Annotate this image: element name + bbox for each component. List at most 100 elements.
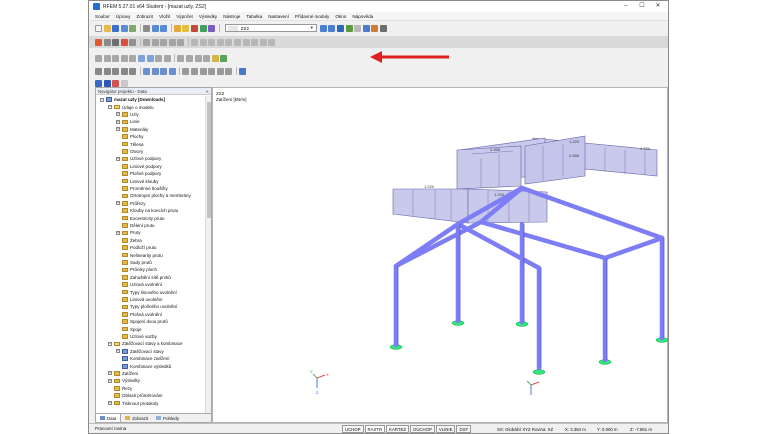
expand-icon[interactable]: + (116, 119, 120, 124)
cut-icon[interactable] (142, 24, 150, 32)
tree-item[interactable]: − Údaje o modelu (108, 103, 154, 110)
tree-item[interactable]: Uzlová uvolnění (116, 281, 162, 288)
tree-item[interactable]: + Uzlové podpory (116, 155, 161, 162)
tree-item[interactable]: − Zatěžovací stavy a kombinace (108, 340, 183, 347)
toggle-rastr[interactable]: RASTR (364, 425, 386, 433)
solid-icon[interactable] (177, 38, 185, 46)
menu-nastaveni[interactable]: Nastavení (268, 14, 289, 19)
release-icon[interactable] (185, 54, 193, 62)
loadcase-select[interactable]: ZS2 ▼ (224, 24, 317, 32)
check-icon[interactable] (199, 24, 207, 32)
add-on-rf-stahl-icon[interactable] (95, 79, 102, 87)
toggle-kartez[interactable]: KARTEZ (386, 425, 409, 433)
menu-zobrazit[interactable]: Zobrazit (136, 14, 153, 19)
tab-zobrazit[interactable]: Zobrazit (121, 414, 152, 422)
add-on-timber-icon[interactable] (112, 79, 120, 87)
edit-node-icon[interactable] (95, 54, 102, 62)
tree-item[interactable]: Průniky ploch (116, 266, 157, 273)
check-model-icon[interactable] (220, 54, 228, 62)
tree-item[interactable]: Spoje (116, 325, 142, 332)
transparent-icon[interactable] (199, 67, 207, 75)
tree-item[interactable]: − mazat uzly [Downloads] (100, 96, 165, 103)
tree-item[interactable]: Kombinace zatížení (116, 355, 170, 362)
delete-icon[interactable] (120, 38, 128, 46)
tree-item[interactable]: + Tisknout protokoly (108, 399, 158, 406)
module-icon[interactable] (208, 24, 216, 32)
spline-icon[interactable] (129, 54, 137, 62)
tree-item[interactable]: Dělení prutu (116, 222, 155, 229)
menu-vysledky[interactable]: Výsledky (199, 14, 217, 19)
add-on-concrete-icon[interactable] (103, 79, 111, 87)
rotate-icon[interactable] (120, 67, 128, 75)
menu-vypocet[interactable]: Výpočet (176, 14, 193, 19)
tree-item[interactable]: + Výsledky (108, 377, 140, 384)
toggle-ouchop[interactable]: OUCHOP (409, 425, 435, 433)
menu-pridavne-moduly[interactable]: Přídavné moduly (295, 14, 329, 19)
previous-loadcase-icon[interactable] (319, 24, 327, 32)
tree-item[interactable]: Podloží prutu (116, 244, 157, 251)
tree-item[interactable]: Otvory (116, 148, 143, 155)
menu-okno[interactable]: Okno (335, 14, 346, 19)
tree-item[interactable]: Proměnné tloušťky (116, 185, 168, 192)
menu-napoveda[interactable]: Nápověda (352, 14, 373, 19)
print-icon[interactable] (120, 24, 128, 32)
arc-icon[interactable] (112, 54, 120, 62)
wireframe-icon[interactable] (182, 67, 190, 75)
expand-icon[interactable]: + (108, 378, 112, 383)
mesh-icon[interactable] (211, 54, 219, 62)
select-icon[interactable] (95, 38, 102, 46)
expand-icon[interactable]: + (116, 112, 120, 117)
results-icon[interactable] (182, 24, 190, 32)
expand-icon[interactable]: + (108, 401, 112, 406)
next-loadcase-icon[interactable] (328, 24, 336, 32)
pan-icon[interactable] (129, 67, 137, 75)
tree-item[interactable]: Ortotropní plochy a membrány (116, 192, 191, 199)
tree-item[interactable]: Sady prutů (116, 259, 152, 266)
surface-curved-icon[interactable] (146, 54, 154, 62)
print-report-icon[interactable] (129, 24, 137, 32)
visibility-icon[interactable] (225, 38, 233, 46)
view-y-icon[interactable] (151, 67, 159, 75)
divide-icon[interactable] (203, 54, 211, 62)
tree-item[interactable]: Kombinace výsledků (116, 362, 171, 369)
tree-item[interactable]: + Zatížení (108, 370, 138, 377)
collapse-icon[interactable]: − (108, 341, 112, 346)
animate-icon[interactable] (371, 24, 379, 32)
menu-vlozit[interactable]: Vložit (159, 14, 170, 19)
view-x-icon[interactable] (142, 67, 150, 75)
tree-item[interactable]: + Materiály (116, 126, 148, 133)
layer-icon[interactable] (268, 38, 276, 46)
collapse-icon[interactable]: − (100, 97, 104, 102)
scrollbar-thumb[interactable] (207, 102, 211, 218)
move-icon[interactable] (112, 38, 120, 46)
tree-item[interactable]: + Zatěžovací stavy (116, 348, 164, 355)
tab-data[interactable]: Data (96, 414, 122, 422)
tree-item[interactable]: Nelinearity prutu (116, 251, 163, 258)
toggle-uchop[interactable]: UCHOP (342, 425, 364, 433)
toggle-dxf[interactable]: DXF (456, 425, 472, 433)
show-loads-icon[interactable] (336, 24, 344, 32)
save-icon[interactable] (112, 24, 120, 32)
expand-icon[interactable]: + (116, 201, 120, 206)
views-icon[interactable] (362, 24, 370, 32)
member-icon[interactable] (160, 38, 168, 46)
line-icon[interactable] (151, 38, 159, 46)
menu-soubor[interactable]: Soubor (95, 14, 110, 19)
render-icon[interactable] (233, 38, 241, 46)
opening-icon[interactable] (155, 54, 163, 62)
tree-item[interactable]: Řezy (108, 385, 132, 392)
tree-item[interactable]: Liniové podpory (116, 163, 162, 170)
expand-icon[interactable]: + (116, 349, 120, 354)
edit-line-icon[interactable] (103, 54, 111, 62)
new-file-icon[interactable] (95, 24, 102, 32)
node-icon[interactable] (142, 38, 150, 46)
tree-item[interactable]: Plošná uvolnění (116, 311, 162, 318)
connect-icon[interactable] (194, 54, 202, 62)
view-iso-icon[interactable] (168, 67, 176, 75)
surface-icon[interactable] (168, 38, 176, 46)
show-results-icon[interactable] (190, 24, 198, 32)
expand-icon[interactable]: + (116, 127, 120, 132)
lighting-icon[interactable] (225, 67, 233, 75)
maximize-icon[interactable]: ☐ (634, 1, 650, 12)
menu-nastroje[interactable]: Nástroje (223, 14, 240, 19)
